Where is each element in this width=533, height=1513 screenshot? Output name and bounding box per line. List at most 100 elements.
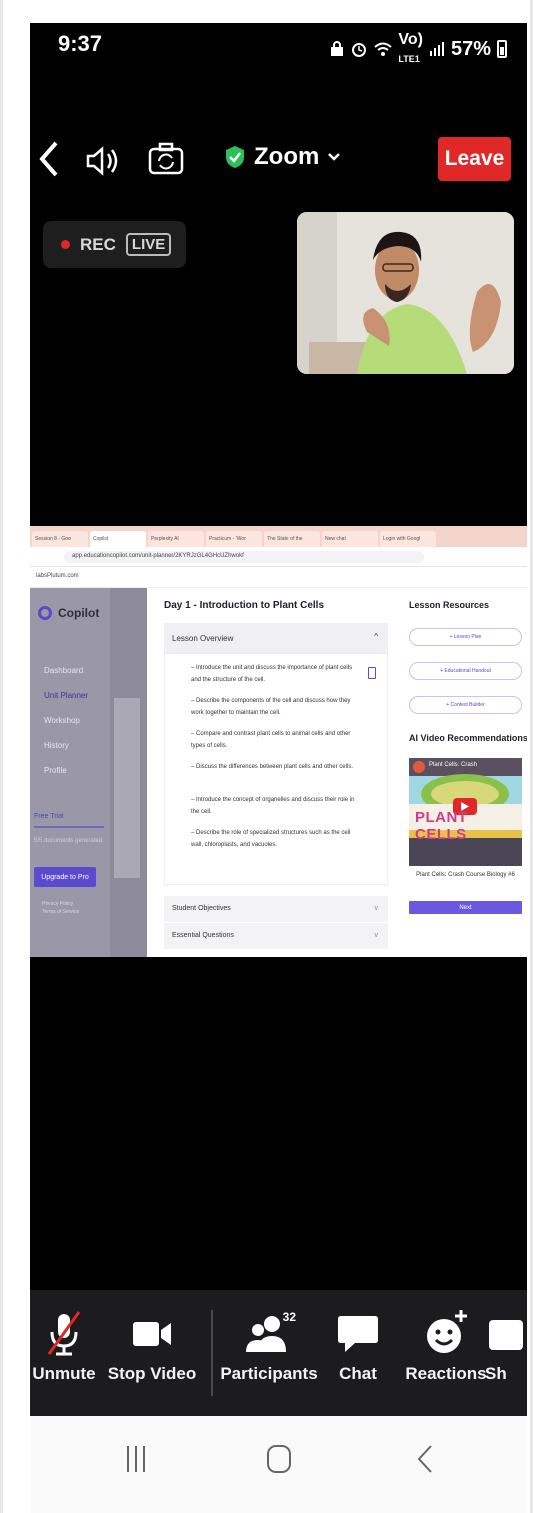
speaker-icon[interactable]: [82, 141, 122, 181]
network-label: Vo) LTE1: [398, 31, 423, 64]
video-caption: Plant Cells: Crash Course Biology #6: [416, 872, 515, 878]
zoom-meeting-screen: 9:37 Vo) LTE1 57% Zoom Leave REC LIVE Se…: [30, 23, 527, 1416]
battery-icon: [497, 40, 507, 58]
bookmark-item[interactable]: labsPlutum.com: [36, 573, 79, 579]
participant-video-thumbnail[interactable]: [297, 212, 514, 374]
url-field[interactable]: app.educationcopilot.com/unit-planner/2K…: [64, 551, 424, 563]
browser-tab[interactable]: New chat: [322, 531, 378, 547]
browser-tab[interactable]: Session 8 - Goo: [32, 531, 88, 547]
unit-card[interactable]: [114, 698, 140, 878]
browser-tab[interactable]: Practicum - ‘Wor: [206, 531, 262, 547]
lesson-overview-body: – Introduce the unit and discuss the imp…: [164, 653, 388, 885]
leave-button[interactable]: Leave: [438, 137, 511, 181]
overview-bullet: – Introduce the concept of organelles an…: [191, 797, 355, 815]
stop-video-button[interactable]: Stop Video: [107, 1308, 197, 1384]
participants-count-badge: 32: [282, 1310, 296, 1324]
android-navigation-bar: [30, 1416, 527, 1513]
back-icon[interactable]: [415, 1444, 435, 1474]
lesson-plan-button[interactable]: + Lesson Plan: [409, 628, 522, 646]
recording-indicator: REC LIVE: [43, 221, 186, 268]
chevron-down-icon: v: [374, 905, 379, 912]
participants-icon-wrap: 32: [244, 1308, 296, 1360]
overview-bullet: – Compare and contrast plant cells to an…: [191, 731, 351, 749]
share-screen-icon: [489, 1320, 523, 1350]
video-thumbnail[interactable]: Plant Cells: Crash PLANT CELLS: [409, 758, 522, 866]
recent-apps-icon[interactable]: [124, 1444, 148, 1474]
free-trial-label: Free Trial: [34, 813, 64, 820]
lesson-content-panel: Day 1 - Introduction to Plant Cells Less…: [154, 588, 398, 957]
sidebar-footer-links: Privacy Policy Terms of Service: [42, 900, 79, 916]
privacy-link[interactable]: Privacy Policy: [42, 900, 79, 908]
browser-tab-active[interactable]: Copilot: [90, 531, 146, 547]
meeting-toolbar: Unmute Stop Video 32 Participants Chat R…: [30, 1290, 527, 1416]
home-icon[interactable]: [266, 1444, 292, 1474]
overview-bullet: – Describe the role of specialized struc…: [191, 830, 351, 848]
copilot-logo: Copilot: [38, 606, 99, 620]
share-button[interactable]: Sh: [485, 1308, 527, 1384]
chat-button[interactable]: Chat: [313, 1308, 403, 1384]
live-badge: LIVE: [125, 233, 172, 256]
browser-tab[interactable]: Login with Googl: [380, 531, 436, 547]
lesson-resources-panel: Lesson Resources + Lesson Plan + Educati…: [401, 588, 527, 957]
battery-percent: 57%: [450, 37, 491, 60]
meeting-title: Zoom: [254, 143, 320, 170]
meeting-title-dropdown[interactable]: Zoom: [224, 143, 341, 171]
chevron-down-icon: [328, 153, 341, 161]
mic-muted-icon: [47, 1311, 81, 1356]
participant-video-frame: [297, 212, 514, 374]
signal-icon: [429, 42, 444, 56]
switch-camera-icon[interactable]: [146, 139, 186, 179]
browser-address-bar: app.educationcopilot.com/unit-planner/2K…: [30, 547, 527, 567]
smiley-add-icon: [427, 1310, 467, 1353]
sidebar-item-history[interactable]: History: [44, 741, 69, 750]
unmute-button[interactable]: Unmute: [30, 1308, 109, 1384]
context-builder-button[interactable]: + Context Builder: [409, 696, 522, 714]
copy-icon[interactable]: [368, 667, 376, 679]
trial-progress-bar: [34, 826, 104, 828]
wifi-icon: [374, 42, 393, 56]
resources-title: Lesson Resources: [409, 600, 490, 610]
record-dot-icon: [61, 240, 70, 249]
sidebar-item-dashboard[interactable]: Dashboard: [44, 666, 83, 675]
sidebar-item-unit-planner[interactable]: Unit Planner: [44, 691, 88, 700]
trial-usage-text: 5/5 documents generated: [34, 838, 103, 844]
educational-handout-button[interactable]: + Educational Handout: [409, 662, 522, 680]
reactions-button[interactable]: Reactions: [401, 1308, 491, 1384]
meeting-top-bar: Zoom Leave: [30, 133, 527, 189]
upgrade-button[interactable]: Upgrade to Pro: [34, 867, 96, 887]
browser-tab-strip: Session 8 - Goo Copilot Perplexity AI Pr…: [30, 526, 527, 547]
essential-questions-section[interactable]: Essential Questions v: [164, 923, 388, 949]
thumbnail-top-text: Plant Cells: Crash: [429, 762, 478, 768]
status-bar: 9:37 Vo) LTE1 57%: [30, 23, 527, 73]
video-camera-icon: [133, 1322, 171, 1346]
overview-bullet: – Describe the components of the cell an…: [191, 698, 351, 716]
student-objectives-section[interactable]: Student Objectives v: [164, 896, 388, 922]
terms-link[interactable]: Terms of Service: [42, 908, 79, 916]
unit-list-column: [110, 588, 147, 957]
clock: 9:37: [58, 31, 103, 56]
chevron-down-icon: v: [374, 932, 379, 939]
rec-label: REC: [80, 234, 116, 254]
browser-tab[interactable]: Perplexity AI: [148, 531, 204, 547]
browser-tab[interactable]: The State of the: [264, 531, 320, 547]
chat-bubble-icon: [338, 1316, 378, 1352]
copilot-logo-icon: [38, 606, 52, 620]
lock-icon: [331, 41, 344, 56]
toolbar-divider: [211, 1310, 213, 1396]
bookmarks-bar: labsPlutum.com: [30, 568, 527, 588]
participants-button[interactable]: 32 Participants: [220, 1308, 317, 1384]
security-shield-icon: [226, 146, 244, 168]
thumbnail-text: PLANT CELLS: [415, 809, 468, 843]
shared-screen[interactable]: Session 8 - Goo Copilot Perplexity AI Pr…: [30, 526, 527, 957]
chevron-up-icon: ^: [374, 632, 378, 641]
next-button[interactable]: Next: [409, 901, 522, 914]
lesson-overview-header[interactable]: Lesson Overview ^: [164, 623, 388, 653]
overview-bullet: – Discuss the differences between plant …: [191, 764, 353, 770]
screenshot-frame: 9:37 Vo) LTE1 57% Zoom Leave REC LIVE Se…: [0, 0, 533, 1513]
alarm-icon: [352, 43, 367, 57]
ai-video-title: AI Video Recommendations: [409, 733, 527, 743]
sidebar-item-workshop[interactable]: Workshop: [44, 716, 80, 725]
status-icons: Vo) LTE1 57%: [330, 31, 507, 67]
back-chevron-icon[interactable]: [36, 139, 60, 179]
sidebar-item-profile[interactable]: Profile: [44, 766, 67, 775]
